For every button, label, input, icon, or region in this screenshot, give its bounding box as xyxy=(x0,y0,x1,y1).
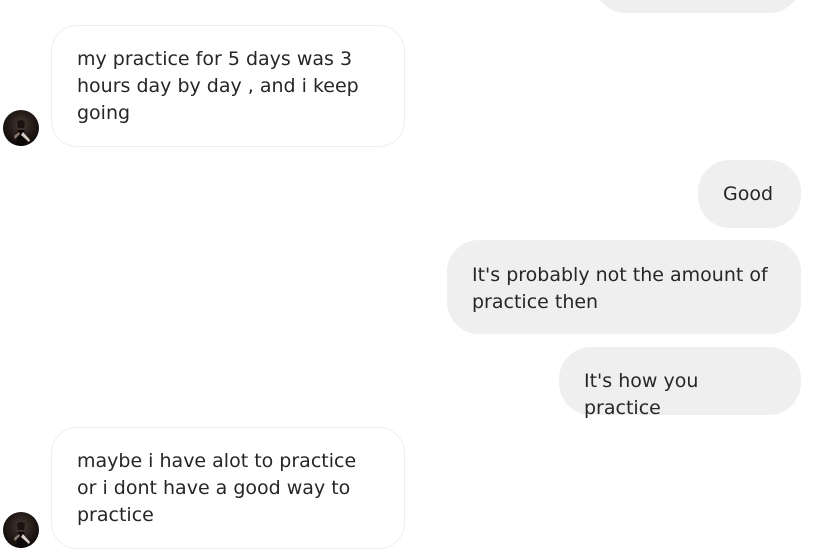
chat-thread: my practice for 5 days was 3 hours day b… xyxy=(0,0,816,560)
message-text: It's probably not the amount of practice… xyxy=(472,264,768,313)
message-text: It's how you practice xyxy=(584,370,699,419)
message-text: Good xyxy=(723,183,774,205)
outgoing-message[interactable]: It's probably not the amount of practice… xyxy=(447,240,801,334)
avatar[interactable] xyxy=(3,110,39,146)
message-text: my practice for 5 days was 3 hours day b… xyxy=(77,48,359,124)
incoming-message[interactable]: maybe i have alot to practice or i dont … xyxy=(51,427,405,549)
outgoing-message-partial[interactable] xyxy=(594,0,801,13)
outgoing-message[interactable]: It's how you practice xyxy=(559,347,801,419)
message-text: maybe i have alot to practice or i dont … xyxy=(77,450,357,526)
outgoing-message[interactable]: Good xyxy=(698,160,801,228)
incoming-message[interactable]: my practice for 5 days was 3 hours day b… xyxy=(51,25,405,147)
avatar[interactable] xyxy=(3,512,39,548)
